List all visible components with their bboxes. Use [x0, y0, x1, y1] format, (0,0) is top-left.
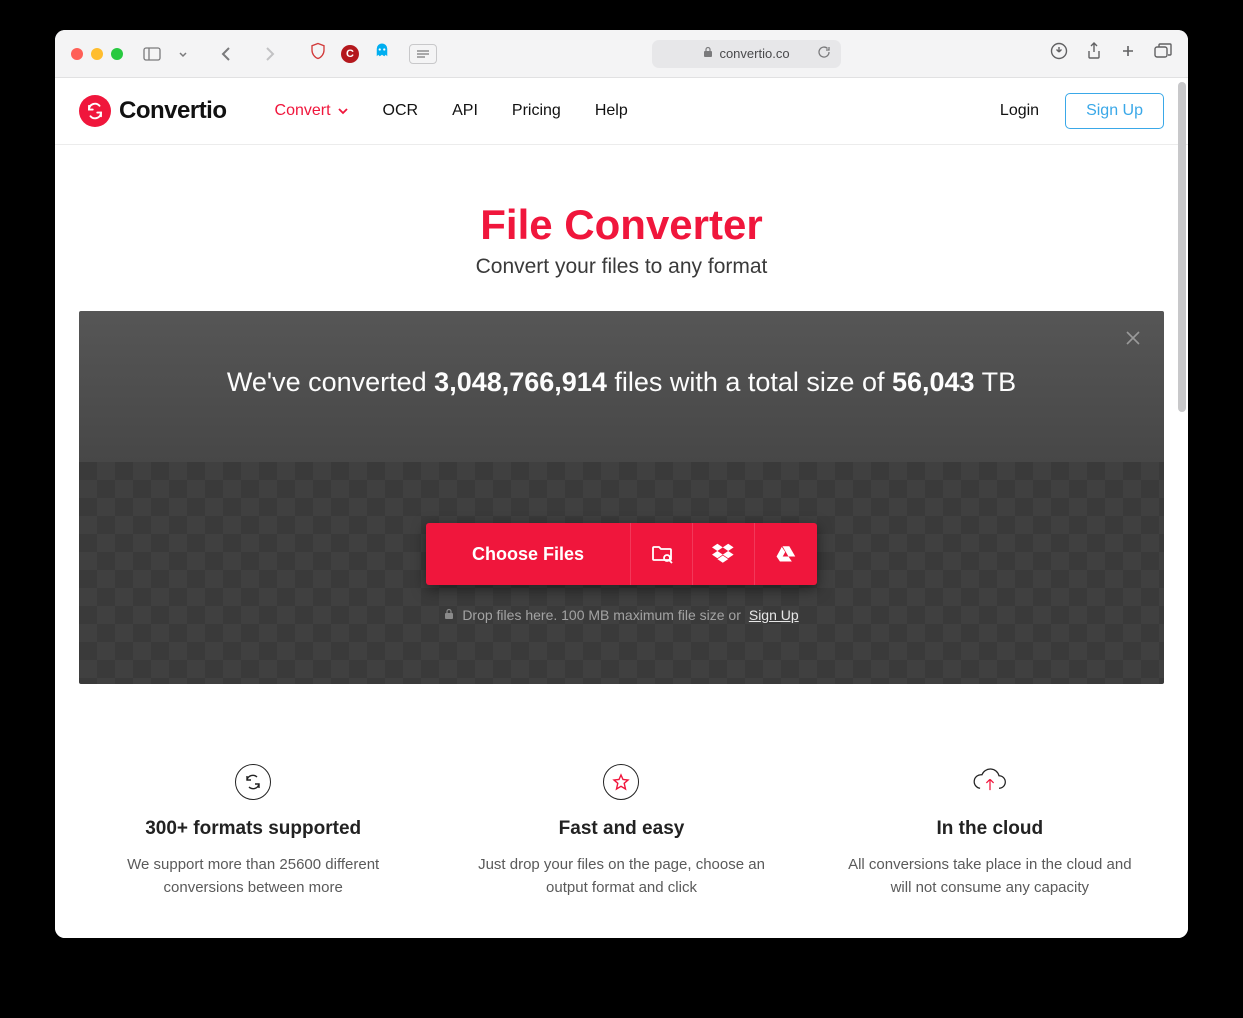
- drop-hint: Drop files here. 100 MB maximum file siz…: [444, 607, 798, 623]
- hero-title: File Converter: [55, 201, 1188, 249]
- c-extension-icon[interactable]: C: [341, 45, 359, 63]
- nav-api[interactable]: API: [452, 102, 478, 120]
- browser-window: C convertio.co: [55, 30, 1188, 938]
- stats-middle: files with a total size of: [607, 367, 892, 397]
- converter-panel: We've converted 3,048,766,914 files with…: [79, 311, 1164, 684]
- page-viewport: Convertio Convert OCR API Pricing Help L…: [55, 78, 1188, 938]
- logo-text: Convertio: [119, 97, 227, 125]
- new-tab-icon[interactable]: [1120, 43, 1136, 64]
- drop-hint-text: Drop files here. 100 MB maximum file siz…: [462, 607, 741, 623]
- scrollbar[interactable]: [1178, 82, 1186, 412]
- feature-body: All conversions take place in the cloud …: [836, 854, 1144, 899]
- back-button[interactable]: [215, 42, 239, 66]
- feature-cloud: In the cloud All conversions take place …: [816, 764, 1164, 899]
- lock-icon: [444, 607, 454, 623]
- logo-mark-icon: [79, 95, 111, 127]
- nav-pricing[interactable]: Pricing: [512, 102, 561, 120]
- downloads-icon[interactable]: [1050, 42, 1068, 65]
- feature-title: In the cloud: [836, 818, 1144, 840]
- google-drive-icon: [774, 542, 798, 566]
- folder-search-icon: [650, 542, 674, 566]
- extension-icons: C: [309, 42, 391, 65]
- feature-title: Fast and easy: [467, 818, 775, 840]
- stats-banner: We've converted 3,048,766,914 files with…: [79, 311, 1164, 462]
- shield-extension-icon[interactable]: [309, 42, 327, 65]
- lock-icon: [703, 46, 713, 61]
- reload-icon[interactable]: [817, 45, 831, 62]
- cloud-upload-icon: [972, 764, 1008, 800]
- site-header: Convertio Convert OCR API Pricing Help L…: [55, 78, 1188, 145]
- close-window-button[interactable]: [71, 48, 83, 60]
- logo[interactable]: Convertio: [79, 95, 227, 127]
- stats-prefix: We've converted: [227, 367, 434, 397]
- refresh-icon: [235, 764, 271, 800]
- chevron-down-icon: [337, 105, 349, 117]
- feature-fast: Fast and easy Just drop your files on th…: [447, 764, 795, 899]
- main-nav: Convert OCR API Pricing Help: [275, 102, 628, 120]
- features-row: 300+ formats supported We support more t…: [79, 764, 1164, 899]
- choose-files-row: Choose Files: [426, 523, 817, 585]
- fullscreen-window-button[interactable]: [111, 48, 123, 60]
- stats-size: 56,043: [892, 367, 975, 397]
- feature-body: We support more than 25600 different con…: [99, 854, 407, 899]
- ghost-extension-icon[interactable]: [373, 42, 391, 65]
- hero-subtitle: Convert your files to any format: [55, 255, 1188, 279]
- forward-button[interactable]: [257, 42, 281, 66]
- tab-dropdown[interactable]: [171, 42, 195, 66]
- stats-file-count: 3,048,766,914: [434, 367, 607, 397]
- browser-toolbar: C convertio.co: [55, 30, 1188, 78]
- sidebar-toggle[interactable]: [143, 47, 161, 61]
- tab-overview-icon[interactable]: [1154, 43, 1172, 64]
- url-text: convertio.co: [719, 46, 789, 61]
- choose-files-button[interactable]: Choose Files: [426, 523, 631, 585]
- star-icon: [603, 764, 639, 800]
- nav-ocr[interactable]: OCR: [383, 102, 419, 120]
- dropbox-icon: [712, 542, 736, 566]
- dropbox-button[interactable]: [693, 523, 755, 585]
- minimize-window-button[interactable]: [91, 48, 103, 60]
- login-link[interactable]: Login: [1000, 102, 1039, 120]
- close-icon[interactable]: [1124, 329, 1142, 352]
- drop-zone[interactable]: Choose Files: [79, 462, 1164, 684]
- feature-body: Just drop your files on the page, choose…: [467, 854, 775, 899]
- address-bar[interactable]: convertio.co: [652, 40, 841, 68]
- browse-folder-button[interactable]: [631, 523, 693, 585]
- drop-hint-signup-link[interactable]: Sign Up: [749, 607, 799, 623]
- hero: File Converter Convert your files to any…: [55, 145, 1188, 279]
- signup-button[interactable]: Sign Up: [1065, 93, 1164, 129]
- feature-title: 300+ formats supported: [99, 818, 407, 840]
- stats-text: We've converted 3,048,766,914 files with…: [99, 367, 1144, 398]
- share-icon[interactable]: [1086, 42, 1102, 65]
- stats-unit: TB: [975, 367, 1017, 397]
- window-controls: [71, 48, 123, 60]
- nav-help[interactable]: Help: [595, 102, 628, 120]
- google-drive-button[interactable]: [755, 523, 817, 585]
- reader-button[interactable]: [409, 44, 437, 64]
- nav-convert-label: Convert: [275, 102, 331, 120]
- feature-formats: 300+ formats supported We support more t…: [79, 764, 427, 899]
- nav-convert[interactable]: Convert: [275, 102, 349, 120]
